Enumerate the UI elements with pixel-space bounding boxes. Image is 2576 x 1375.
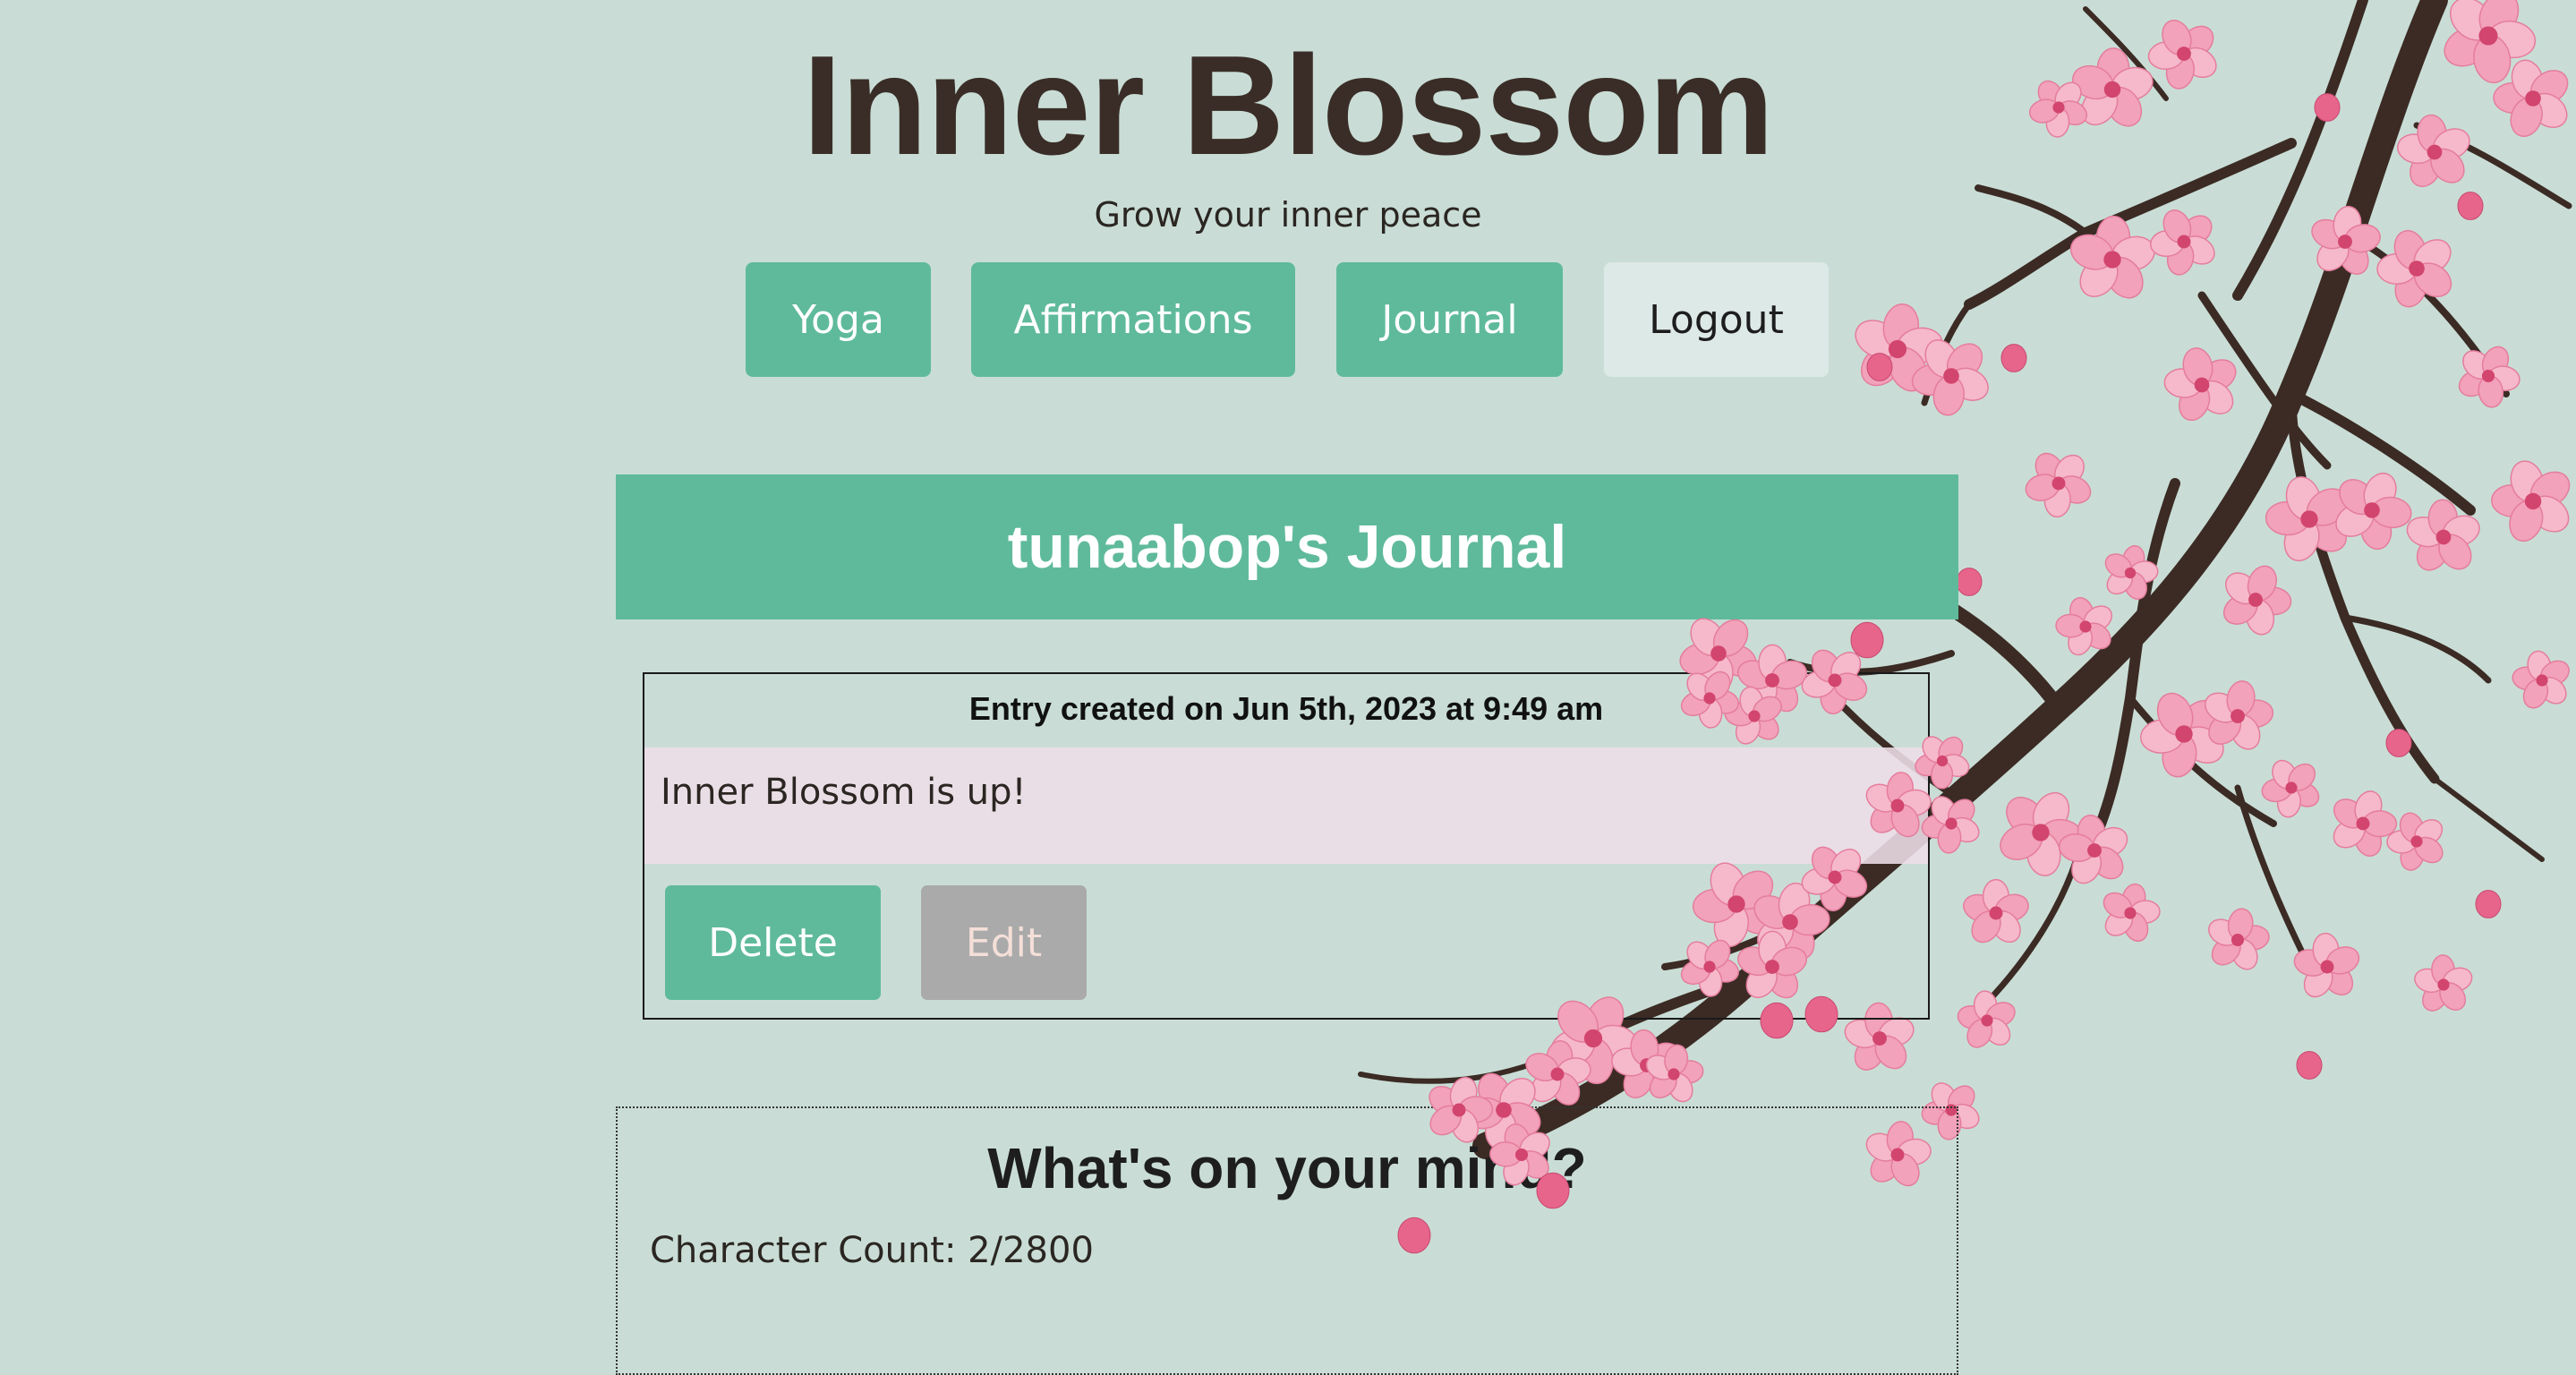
site-title: Inner Blossom (802, 27, 1774, 184)
blossom-icon (2140, 692, 2224, 778)
entry-date: Entry created on Jun 5th, 2023 at 9:49 a… (968, 690, 1604, 727)
journal-header: tunaabop's Journal (616, 474, 1958, 619)
blossom-icon (1645, 1044, 1704, 1103)
blossom-icon (2491, 460, 2571, 542)
blossom-icon (2055, 597, 2113, 656)
blossom-icon (2406, 499, 2480, 571)
blossom-icon (2222, 565, 2292, 636)
blossom-bud-icon (2475, 890, 2502, 918)
blossom-icon (2265, 476, 2349, 562)
blossom-bud-icon (2000, 344, 2027, 372)
new-entry-prompt: What's on your mind? (987, 1136, 1587, 1200)
journal-title: tunaabop's Journal (1007, 513, 1567, 581)
blossom-bud-icon (2385, 729, 2412, 757)
journal-entry-card: Entry created on Jun 5th, 2023 at 9:49 a… (643, 672, 1930, 1020)
blossom-icon (2335, 472, 2412, 551)
blossom-bud-icon (1850, 621, 1884, 659)
blossom-icon (1525, 1040, 1591, 1106)
nav-journal-button[interactable]: Journal (1336, 262, 1563, 377)
blossom-icon (2058, 815, 2128, 884)
blossom-icon (1611, 1029, 1681, 1099)
blossom-icon (1911, 339, 1989, 416)
blossom-icon (1855, 303, 1943, 392)
delete-entry-button[interactable]: Delete (665, 885, 881, 1000)
blossom-icon (2333, 790, 2398, 857)
blossom-icon (2386, 812, 2444, 871)
blossom-icon (2261, 759, 2320, 818)
blossom-icon (2204, 680, 2274, 750)
blossom-icon (1963, 878, 2029, 944)
blossom-icon (2458, 346, 2521, 408)
nav-yoga-button[interactable]: Yoga (746, 262, 931, 377)
blossom-bud-icon (1956, 568, 1983, 596)
blossom-icon (2376, 229, 2452, 308)
new-entry-form: What's on your mind? Character Count: 2/… (616, 1106, 1958, 1375)
blossom-icon (1957, 990, 2016, 1048)
blossom-icon (2104, 545, 2159, 600)
blossom-icon (2293, 932, 2360, 998)
nav-affirmations-button[interactable]: Affirmations (971, 262, 1295, 377)
entry-body: Inner Blossom is up! (644, 747, 1928, 864)
nav-logout-button[interactable]: Logout (1604, 262, 1829, 377)
blossom-icon (2025, 452, 2092, 518)
blossom-icon (2000, 791, 2085, 876)
edit-entry-button[interactable]: Edit (921, 885, 1087, 1000)
character-count: Character Count: 2/2800 (650, 1230, 1094, 1271)
blossom-icon (2512, 650, 2570, 709)
tagline: Grow your inner peace (1094, 195, 1482, 235)
blossom-icon (2103, 883, 2161, 943)
blossom-icon (2163, 347, 2237, 422)
blossom-icon (2414, 954, 2473, 1012)
blossom-icon (2208, 908, 2270, 970)
blossom-bud-icon (2296, 1051, 2323, 1080)
blossom-bud-icon (1866, 353, 1893, 381)
